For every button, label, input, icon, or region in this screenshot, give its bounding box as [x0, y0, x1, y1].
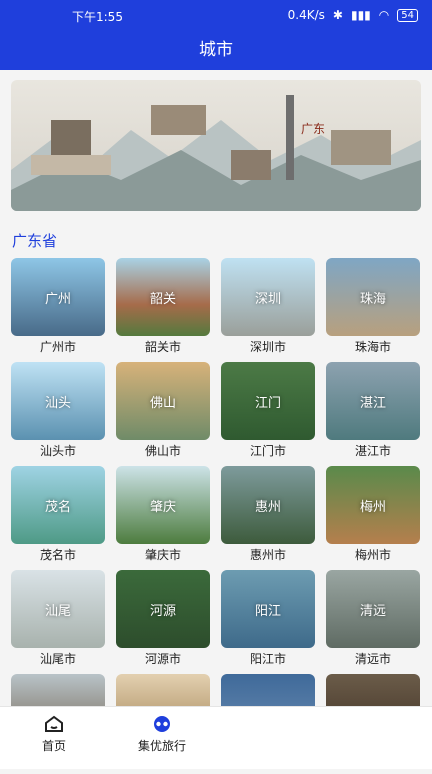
city-card[interactable]: 深圳 深圳市 — [221, 258, 315, 358]
city-name[interactable]: 湛江市 — [326, 442, 420, 459]
city-name[interactable]: 河源市 — [116, 650, 210, 667]
city-thumbnail[interactable]: 广州 — [11, 258, 105, 336]
city-thumb-label: 梅州 — [359, 499, 386, 515]
city-card[interactable]: 韶关 韶关市 — [116, 258, 210, 358]
city-name[interactable]: 阳江市 — [221, 650, 315, 667]
banner-caption: 广东 — [301, 122, 326, 136]
city-thumbnail[interactable]: 深圳 — [221, 258, 315, 336]
signal-icon: ▮▮▮ — [350, 8, 371, 22]
status-bar: 下午1:55 0.4K/s ✱ ▮▮▮ ◠ 54 — [0, 0, 432, 30]
city-name[interactable]: 茂名市 — [11, 546, 105, 563]
city-card[interactable]: 阳江 阳江市 — [221, 570, 315, 670]
province-title: 广东省 — [12, 232, 58, 250]
network-speed: 0.4K/s — [287, 8, 325, 22]
city-name[interactable]: 韶关市 — [116, 338, 210, 355]
city-card[interactable]: 湛江 湛江市 — [326, 362, 420, 462]
city-name[interactable]: 惠州市 — [221, 546, 315, 563]
city-card[interactable]: 清远 清远市 — [326, 570, 420, 670]
battery-icon: 54 — [397, 8, 418, 22]
page-title: 城市 — [199, 40, 233, 60]
city-thumbnail[interactable]: 汕头 — [11, 362, 105, 440]
city-thumbnail[interactable]: 韶关 — [116, 258, 210, 336]
app-header: 城市 — [0, 30, 432, 70]
guangdong-banner[interactable]: 广东 — [11, 80, 421, 211]
tab-travel-label: 集优旅行 — [137, 739, 186, 753]
city-thumbnail[interactable]: 湛江 — [326, 362, 420, 440]
city-thumb-label: 广州 — [44, 291, 71, 307]
city-thumb-label: 阳江 — [254, 603, 281, 619]
city-name[interactable]: 肇庆市 — [116, 546, 210, 563]
city-card[interactable]: 江门 江门市 — [221, 362, 315, 462]
city-thumbnail[interactable]: 茂名 — [11, 466, 105, 544]
status-icons: 0.4K/s ✱ ▮▮▮ ◠ 54 — [288, 8, 418, 22]
city-card[interactable]: 河源 河源市 — [116, 570, 210, 670]
city-thumb-label: 深圳 — [254, 291, 281, 307]
tab-home-label: 首页 — [41, 739, 66, 753]
city-thumb-label: 湛江 — [359, 395, 386, 411]
city-name[interactable]: 汕尾市 — [11, 650, 105, 667]
city-thumb-label: 清远 — [359, 603, 386, 619]
city-thumbnail[interactable]: 汕尾 — [11, 570, 105, 648]
city-thumb-label: 韶关 — [149, 291, 176, 307]
city-thumbnail[interactable]: 珠海 — [326, 258, 420, 336]
city-thumb-label: 珠海 — [359, 291, 386, 307]
bottom-tab-bar: 首页 集优旅行 — [0, 706, 432, 769]
travel-icon — [154, 716, 170, 732]
banner-illustration — [11, 95, 421, 211]
city-card[interactable]: 惠州 惠州市 — [221, 466, 315, 566]
city-thumb-label: 佛山 — [149, 395, 176, 411]
city-thumbnail[interactable]: 肇庆 — [116, 466, 210, 544]
city-name[interactable]: 珠海市 — [326, 338, 420, 355]
city-name[interactable]: 江门市 — [221, 442, 315, 459]
city-name[interactable]: 清远市 — [326, 650, 420, 667]
city-thumbnail[interactable]: 梅州 — [326, 466, 420, 544]
bluetooth-icon: ✱ — [332, 8, 343, 22]
city-name[interactable]: 梅州市 — [326, 546, 420, 563]
city-name[interactable]: 汕头市 — [11, 442, 105, 459]
status-time: 下午1:55 — [72, 10, 123, 24]
city-card[interactable]: 佛山 佛山市 — [116, 362, 210, 462]
city-thumbnail[interactable]: 佛山 — [116, 362, 210, 440]
tab-travel[interactable]: 集优旅行 — [102, 715, 222, 754]
city-card[interactable]: 汕尾 汕尾市 — [11, 570, 105, 670]
city-card[interactable]: 广州 广州市 — [11, 258, 105, 358]
city-name[interactable]: 深圳市 — [221, 338, 315, 355]
city-thumbnail[interactable]: 江门 — [221, 362, 315, 440]
city-thumbnail[interactable]: 河源 — [116, 570, 210, 648]
city-card[interactable]: 珠海 珠海市 — [326, 258, 420, 358]
tab-home[interactable]: 首页 — [0, 715, 114, 754]
city-thumb-label: 肇庆 — [149, 499, 176, 515]
city-card[interactable]: 肇庆 肇庆市 — [116, 466, 210, 566]
city-thumb-label: 茂名 — [44, 499, 71, 515]
city-thumb-label: 惠州 — [254, 499, 281, 515]
city-thumb-label: 河源 — [149, 603, 176, 619]
city-thumbnail[interactable]: 阳江 — [221, 570, 315, 648]
city-thumb-label: 江门 — [254, 395, 281, 411]
battery-level: 54 — [401, 9, 414, 21]
wifi-icon: ◠ — [378, 8, 390, 22]
city-card[interactable]: 茂名 茂名市 — [11, 466, 105, 566]
city-thumbnail[interactable]: 惠州 — [221, 466, 315, 544]
city-name[interactable]: 广州市 — [11, 338, 105, 355]
city-card[interactable]: 汕头 汕头市 — [11, 362, 105, 462]
city-thumbnail[interactable]: 清远 — [326, 570, 420, 648]
city-card[interactable]: 梅州 梅州市 — [326, 466, 420, 566]
home-icon — [45, 715, 63, 732]
city-thumb-label: 汕头 — [44, 395, 71, 411]
city-name[interactable]: 佛山市 — [116, 442, 210, 459]
city-thumb-label: 汕尾 — [44, 603, 71, 619]
